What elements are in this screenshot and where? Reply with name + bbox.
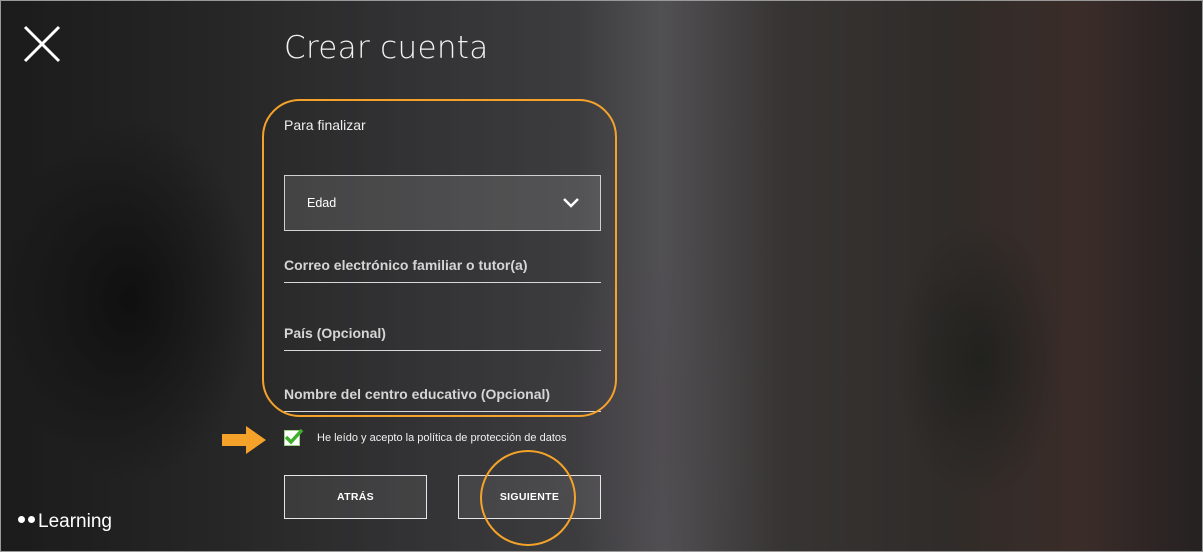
school-field[interactable]: Nombre del centro educativo (Opcional)	[284, 382, 601, 412]
consent-row: He leído y acepto la política de protecc…	[284, 428, 567, 446]
brand-name: Learning	[38, 511, 112, 532]
close-button[interactable]	[22, 24, 62, 64]
chevron-down-icon	[563, 198, 579, 208]
frame-border	[0, 0, 1203, 552]
annotation-arrow-icon	[222, 426, 266, 454]
consent-checkbox[interactable]	[284, 428, 304, 446]
consent-label: He leído y acepto la política de protecc…	[317, 432, 567, 444]
next-button[interactable]: SIGUIENTE	[458, 475, 601, 519]
guardian-email-placeholder: Correo electrónico familiar o tutor(a)	[284, 257, 528, 273]
back-button[interactable]: ATRÁS	[284, 475, 427, 519]
school-placeholder: Nombre del centro educativo (Opcional)	[284, 386, 551, 402]
age-select[interactable]: Edad	[284, 175, 601, 231]
guardian-email-field[interactable]: Correo electrónico familiar o tutor(a)	[284, 253, 601, 283]
brand-dots-icon	[18, 515, 35, 523]
checkmark-icon	[284, 428, 304, 445]
brand-logo: Learning	[18, 511, 112, 533]
page-title: Crear cuenta	[284, 30, 489, 66]
country-field[interactable]: País (Opcional)	[284, 321, 601, 351]
form-subtitle: Para finalizar	[284, 117, 366, 133]
country-placeholder: País (Opcional)	[284, 325, 386, 341]
age-select-value: Edad	[307, 196, 337, 210]
close-icon	[23, 25, 61, 63]
